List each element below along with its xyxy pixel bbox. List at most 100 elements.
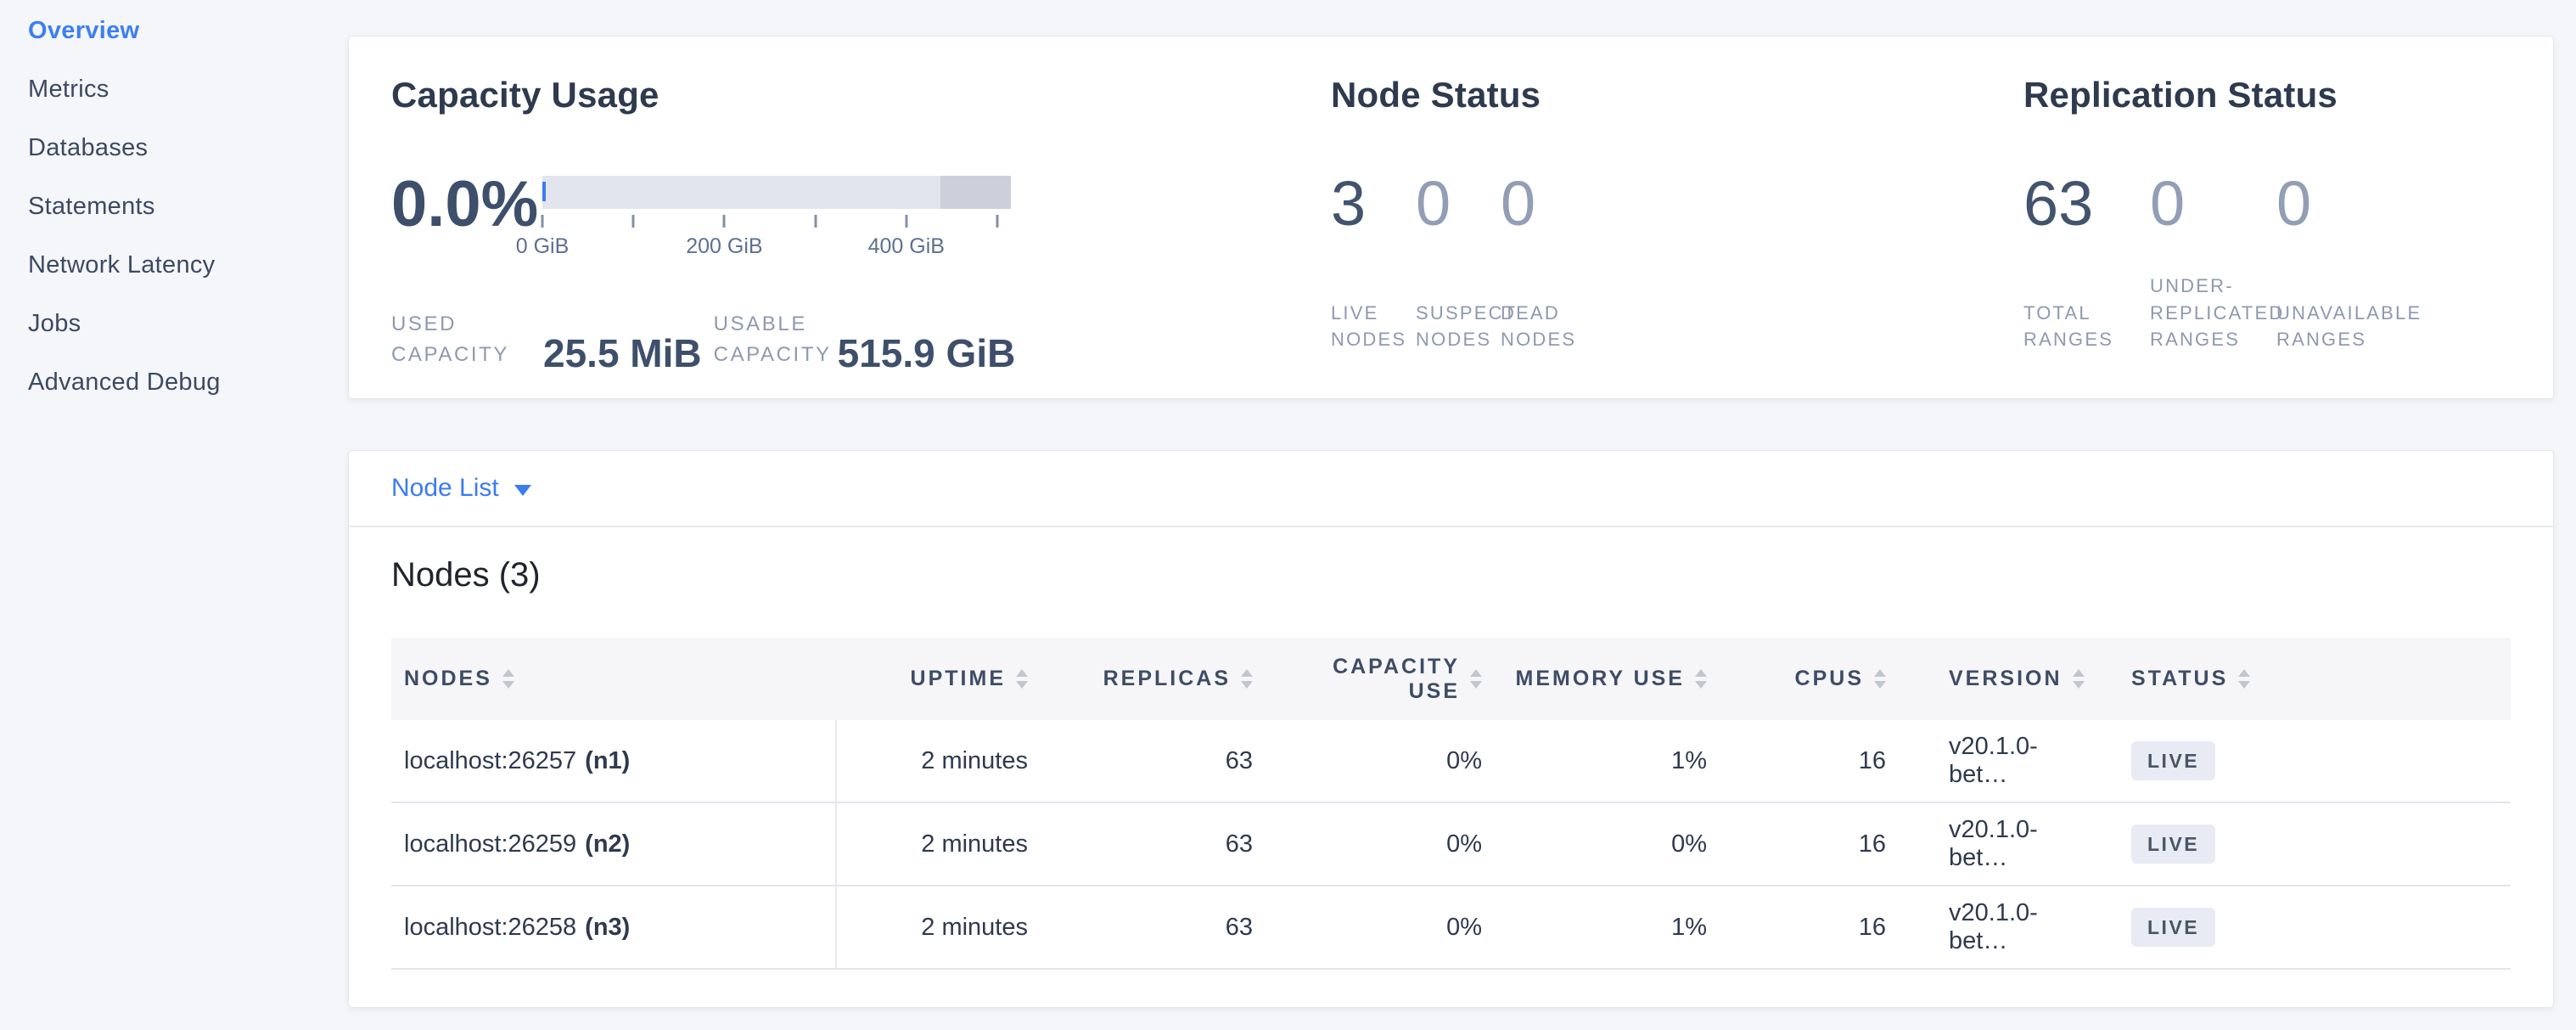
axis-tick — [723, 215, 726, 228]
chevron-down-icon[interactable] — [514, 485, 531, 496]
sort-icon — [1470, 669, 1482, 689]
nodes-table: NODES UPTIME REPLICAS CAPACITY USE — [391, 638, 2511, 970]
column-label: NODES — [404, 667, 492, 691]
capacity-bar-chart: 0 GiB 200 GiB 400 GiB — [542, 176, 1011, 260]
under-replicated-ranges-label: UNDER- REPLICATED RANGES — [2150, 273, 2276, 352]
capacity-use-cell: 0% — [1253, 720, 1482, 802]
unavailable-ranges-label: UNAVAILABLE RANGES — [2276, 300, 2403, 352]
sort-icon — [2073, 669, 2085, 689]
column-header-version[interactable]: VERSION — [1886, 638, 2086, 720]
column-header-status[interactable]: STATUS — [2086, 638, 2511, 720]
status-cell: LIVE — [2086, 720, 2511, 802]
column-header-uptime[interactable]: UPTIME — [837, 638, 1028, 720]
column-label: VERSION — [1949, 667, 2062, 691]
memory-use-cell: 0% — [1482, 803, 1707, 885]
cpus-cell: 16 — [1707, 720, 1886, 802]
column-header-nodes[interactable]: NODES — [391, 638, 837, 720]
node-address-cell: localhost:26257 (n1) — [391, 720, 837, 802]
node-id: (n3) — [585, 914, 630, 942]
replicas-cell: 63 — [1028, 720, 1253, 802]
node-address: localhost:26258 — [404, 914, 576, 942]
version-cell: v20.1.0-bet… — [1886, 720, 2086, 802]
axis-tick — [814, 215, 817, 228]
axis-tick-label: 400 GiB — [868, 234, 945, 259]
uptime-cell: 2 minutes — [837, 720, 1028, 802]
total-ranges-label: TOTAL RANGES — [2023, 300, 2150, 352]
capacity-usage-title: Capacity Usage — [391, 77, 1331, 113]
status-badge: LIVE — [2131, 825, 2215, 864]
node-list-selector[interactable]: Node List — [391, 474, 499, 503]
live-nodes-label: LIVE NODES — [1331, 300, 1416, 352]
total-ranges-value: 63 — [2023, 172, 2150, 235]
capacity-used-percent: 0.0% — [391, 172, 519, 260]
sidebar-item-network-latency[interactable]: Network Latency — [28, 236, 348, 295]
column-header-capacity-use[interactable]: CAPACITY USE — [1253, 638, 1482, 720]
memory-use-cell: 1% — [1482, 886, 1707, 968]
admin-ui: Overview Metrics Databases Statements Ne… — [0, 0, 2576, 1030]
status-cell: LIVE — [2086, 886, 2511, 968]
sidebar-item-metrics[interactable]: Metrics — [28, 60, 348, 119]
capacity-use-cell: 0% — [1253, 803, 1482, 885]
axis-tick-label: 0 GiB — [516, 234, 570, 259]
uptime-cell: 2 minutes — [837, 886, 1028, 968]
column-label: CAPACITY USE — [1333, 655, 1460, 704]
axis-tick — [542, 215, 544, 228]
replication-status-title: Replication Status — [2023, 77, 2553, 113]
sort-icon — [502, 669, 514, 689]
dead-nodes-label: DEAD NODES — [1501, 300, 1585, 352]
sidebar-item-overview[interactable]: Overview — [28, 2, 348, 60]
replication-status-panel: Replication Status 63 TOTAL RANGES 0 UND… — [2023, 37, 2553, 398]
node-address: localhost:26259 — [404, 830, 576, 858]
table-row-node-3[interactable]: localhost:26258 (n3) 2 minutes 63 0% 1% … — [391, 886, 2511, 970]
sidebar-item-statements[interactable]: Statements — [28, 177, 348, 236]
column-header-cpus[interactable]: CPUS — [1707, 638, 1886, 720]
sidebar-item-databases[interactable]: Databases — [28, 119, 348, 177]
version-cell: v20.1.0-bet… — [1886, 803, 2086, 885]
axis-tick-label: 200 GiB — [686, 234, 762, 259]
main-content: Capacity Usage 0.0% — [348, 0, 2576, 1030]
unavailable-ranges-stat: 0 UNAVAILABLE RANGES — [2276, 172, 2403, 352]
replication-status-stats: 63 TOTAL RANGES 0 UNDER- REPLICATED RANG… — [2023, 172, 2553, 352]
nodes-table-title: Nodes (3) — [391, 558, 2511, 592]
view-selector-bar: Node List — [349, 451, 2553, 527]
status-cell: LIVE — [2086, 803, 2511, 885]
capacity-used-marker — [542, 182, 546, 201]
table-row-node-2[interactable]: localhost:26259 (n2) 2 minutes 63 0% 0% … — [391, 803, 2511, 886]
column-header-replicas[interactable]: REPLICAS — [1028, 638, 1253, 720]
sidebar-item-jobs[interactable]: Jobs — [28, 295, 348, 353]
column-label: UPTIME — [911, 667, 1006, 691]
usable-capacity-label: USABLE CAPACITY — [714, 309, 838, 370]
replicas-cell: 63 — [1028, 886, 1253, 968]
axis-tick — [996, 215, 998, 228]
under-replicated-ranges-stat: 0 UNDER- REPLICATED RANGES — [2150, 172, 2276, 352]
capacity-usage-panel: Capacity Usage 0.0% — [391, 37, 1331, 398]
capacity-reserved-segment — [940, 176, 1011, 209]
version-cell: v20.1.0-bet… — [1886, 886, 2086, 968]
usable-capacity-value: 515.9 GiB — [838, 334, 1016, 373]
nodes-section: Nodes (3) NODES UPTIME REPLICAS — [349, 558, 2553, 970]
column-label: MEMORY USE — [1516, 667, 1685, 691]
under-replicated-ranges-value: 0 — [2150, 172, 2276, 235]
capacity-use-cell: 0% — [1253, 886, 1482, 968]
cpus-cell: 16 — [1707, 886, 1886, 968]
sort-icon — [1874, 669, 1886, 689]
capacity-usage-chart-row: 0.0% 0 GiB — [391, 172, 1331, 260]
live-nodes-value: 3 — [1331, 172, 1416, 235]
sort-icon — [1241, 669, 1253, 689]
sidebar-item-advanced-debug[interactable]: Advanced Debug — [28, 353, 348, 412]
node-status-title: Node Status — [1331, 77, 2023, 113]
unavailable-ranges-value: 0 — [2276, 172, 2403, 235]
cpus-cell: 16 — [1707, 803, 1886, 885]
axis-tick — [632, 215, 635, 228]
sidebar: Overview Metrics Databases Statements Ne… — [0, 0, 348, 1030]
node-status-stats: 3 LIVE NODES 0 SUSPECT NODES 0 DEAD NODE… — [1331, 172, 2023, 352]
status-badge: LIVE — [2131, 741, 2215, 780]
suspect-nodes-stat: 0 SUSPECT NODES — [1416, 172, 1501, 352]
suspect-nodes-label: SUSPECT NODES — [1416, 300, 1501, 352]
table-row-node-1[interactable]: localhost:26257 (n1) 2 minutes 63 0% 1% … — [391, 720, 2511, 803]
replicas-cell: 63 — [1028, 803, 1253, 885]
used-capacity-value: 25.5 MiB — [543, 334, 702, 373]
column-header-memory-use[interactable]: MEMORY USE — [1482, 638, 1707, 720]
column-label: STATUS — [2131, 667, 2228, 691]
node-id: (n1) — [585, 747, 630, 775]
